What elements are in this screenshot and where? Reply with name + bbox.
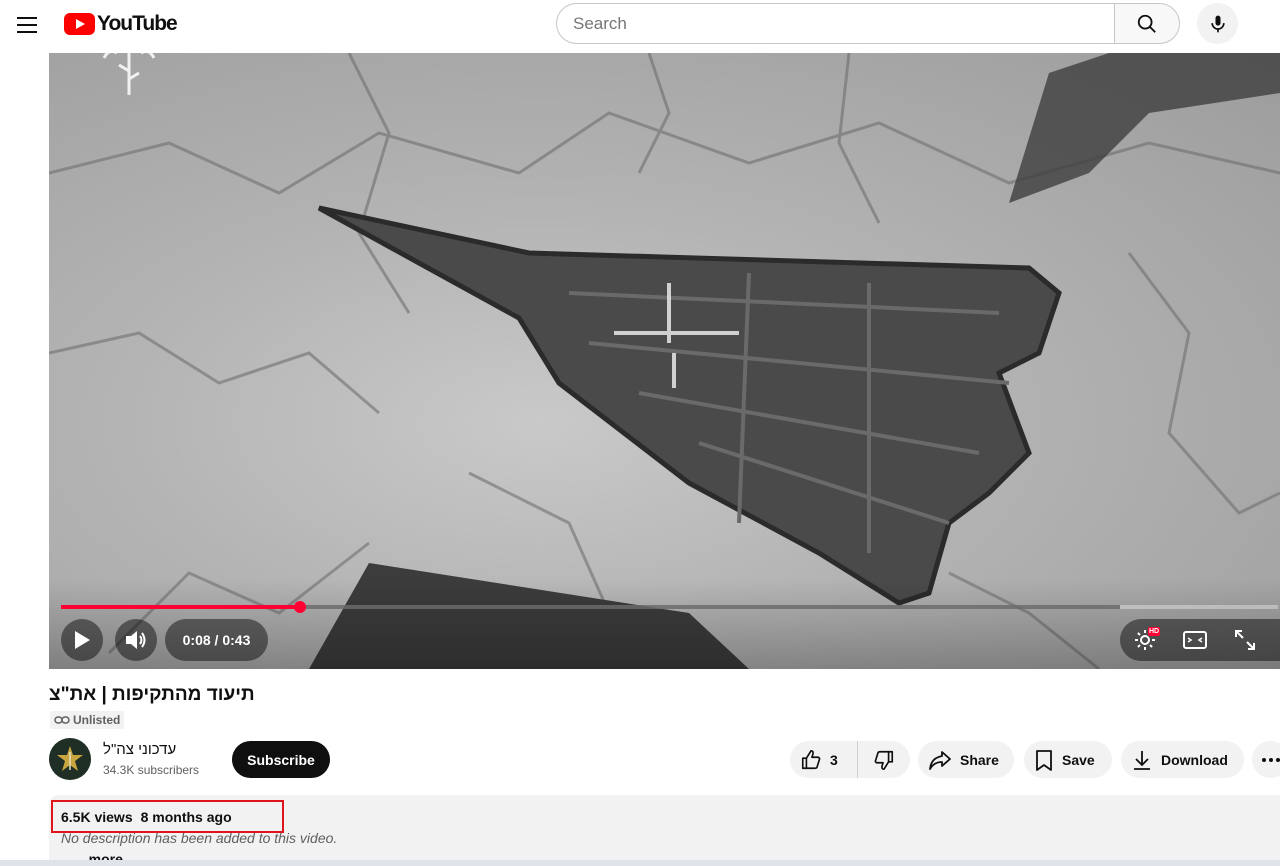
fullscreen-button[interactable] xyxy=(1220,619,1270,661)
progress-played xyxy=(61,605,300,609)
settings-button[interactable]: HD xyxy=(1120,619,1170,661)
like-button[interactable]: 3 xyxy=(790,741,858,778)
hamburger-menu-icon[interactable] xyxy=(10,8,44,42)
youtube-play-icon xyxy=(64,13,95,35)
idf-emblem-watermark xyxy=(102,53,156,95)
share-icon xyxy=(929,750,951,770)
save-button[interactable]: Save xyxy=(1024,741,1112,778)
like-count: 3 xyxy=(830,751,838,768)
bottom-edge-bar xyxy=(0,860,1280,866)
share-label: Share xyxy=(960,751,999,768)
logo-text: YouTube xyxy=(97,12,178,35)
subscriber-count: 34.3K subscribers xyxy=(103,763,200,777)
bookmark-icon xyxy=(1036,749,1052,771)
theater-mode-button[interactable] xyxy=(1170,619,1220,661)
channel-name[interactable]: עדכוני צה"ל xyxy=(103,741,176,758)
channel-avatar[interactable] xyxy=(49,738,91,780)
progress-bar[interactable] xyxy=(61,601,1278,613)
more-horizontal-icon xyxy=(1261,757,1280,762)
voice-search-button[interactable] xyxy=(1197,3,1238,44)
search-input[interactable] xyxy=(556,3,1114,44)
play-icon xyxy=(75,631,90,649)
thumbs-down-icon xyxy=(874,750,894,770)
like-dislike-group: 3 xyxy=(790,741,910,778)
unlisted-label: Unlisted xyxy=(73,713,121,727)
unlisted-badge: Unlisted xyxy=(50,711,125,729)
volume-icon xyxy=(126,631,146,649)
video-title: תיעוד מהתקיפות | את"צ xyxy=(49,684,255,705)
video-player[interactable]: 0:08 / 0:43 HD xyxy=(49,53,1280,669)
idf-emblem-icon xyxy=(57,746,83,771)
video-content-drawing xyxy=(49,53,1280,669)
volume-button[interactable] xyxy=(115,619,157,661)
description-text: No description has been added to this vi… xyxy=(61,830,338,846)
thumbs-up-icon xyxy=(801,749,821,769)
progress-scrubber[interactable] xyxy=(293,601,306,613)
link-icon xyxy=(54,716,70,724)
highlight-annotation-box xyxy=(51,800,284,833)
hd-badge: HD xyxy=(1148,627,1161,636)
share-button[interactable]: Share xyxy=(918,741,1014,778)
download-label: Download xyxy=(1161,751,1228,768)
search-button[interactable] xyxy=(1114,3,1180,44)
player-right-controls: HD xyxy=(1120,619,1280,661)
masthead: YouTube xyxy=(0,0,1280,52)
dislike-button[interactable] xyxy=(858,741,910,778)
time-display: 0:08 / 0:43 xyxy=(165,619,268,661)
save-label: Save xyxy=(1062,751,1095,768)
video-frame xyxy=(49,53,1280,669)
youtube-logo[interactable]: YouTube xyxy=(64,12,178,36)
search-bar xyxy=(556,3,1180,44)
search-icon xyxy=(1137,14,1156,33)
download-icon xyxy=(1134,750,1150,770)
more-actions-button[interactable] xyxy=(1252,741,1280,778)
play-button[interactable] xyxy=(61,619,103,661)
download-button[interactable]: Download xyxy=(1121,741,1244,778)
microphone-icon xyxy=(1210,15,1225,32)
theater-mode-icon xyxy=(1183,631,1207,649)
fullscreen-icon xyxy=(1235,630,1255,650)
subscribe-button[interactable]: Subscribe xyxy=(232,741,330,778)
